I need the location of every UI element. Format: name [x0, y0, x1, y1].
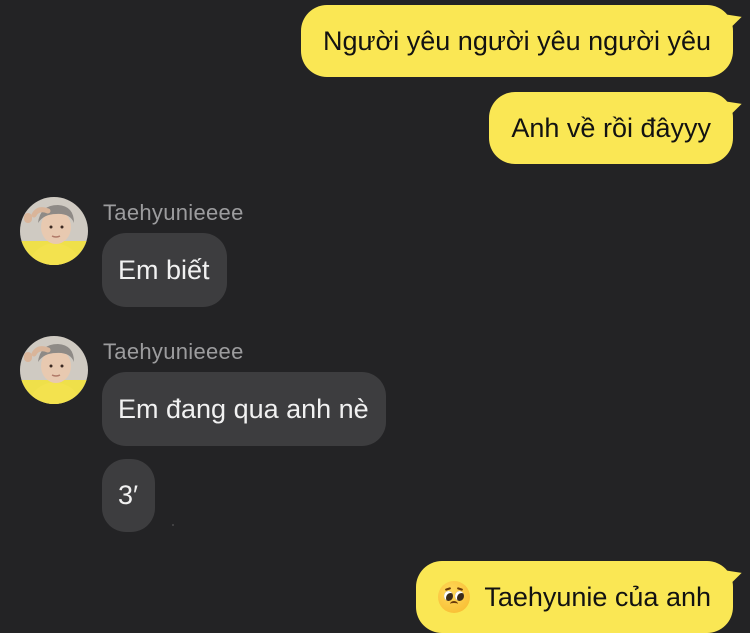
- received-message-bubble[interactable]: 3′: [102, 459, 156, 532]
- contact-avatar[interactable]: [20, 336, 88, 404]
- contact-avatar[interactable]: [20, 197, 88, 265]
- avatar-photo: [20, 336, 88, 404]
- sent-message-bubble[interactable]: Taehyunie của anh: [416, 561, 733, 633]
- message-text: Anh về rồi đâyyy: [511, 112, 711, 143]
- message-text: Em biết: [118, 254, 210, 285]
- sender-name: Taehyunieeee: [103, 339, 244, 364]
- sent-message-bubble[interactable]: Người yêu người yêu người yêu: [300, 5, 733, 77]
- message-text: 3′: [118, 480, 139, 510]
- read-indicator-dot: [172, 524, 174, 526]
- message-text: Em đang qua anh nè: [118, 393, 369, 424]
- message-text: Người yêu người yêu người yêu: [322, 25, 711, 56]
- sender-name: Taehyunieeee: [103, 200, 244, 225]
- received-message-bubble[interactable]: Em đang qua anh nè: [102, 372, 386, 446]
- avatar-photo: [20, 197, 88, 265]
- pleading-face-emoji-icon: [438, 581, 471, 613]
- message-text: Taehyunie của anh: [484, 581, 711, 612]
- received-message-bubble[interactable]: Em biết: [102, 233, 227, 307]
- sent-message-bubble[interactable]: Anh về rồi đâyyy: [489, 92, 733, 164]
